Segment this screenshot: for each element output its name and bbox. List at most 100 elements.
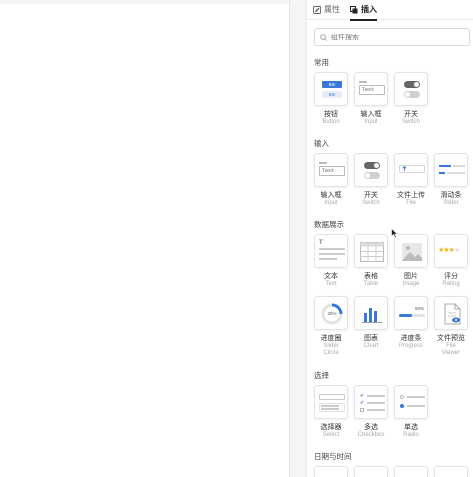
slider-preview-fill [439, 165, 451, 167]
component-label: 输入框 [320, 192, 342, 199]
checkbox-thumb: ✔ ✔ [354, 385, 388, 419]
component-label: 文件预览 [437, 335, 465, 342]
input-preview-caption [359, 81, 367, 83]
input-thumb: Text [314, 153, 348, 187]
component-label: 文件上传 [397, 192, 425, 199]
checkbox-preview-empty [360, 408, 364, 412]
component-label: 开关 [404, 111, 418, 118]
component-slider[interactable]: 滑动条 Slider [434, 153, 468, 207]
table-icon [360, 242, 384, 262]
component-datetime-3[interactable] [394, 466, 428, 477]
switch-thumb [394, 72, 428, 106]
component-radio[interactable]: 单选 Radio [394, 385, 428, 439]
component-file-viewer[interactable]: 文件预览 File Viewer [434, 296, 468, 357]
component-rating[interactable]: ★★★★ 评分 Rating [434, 234, 468, 288]
radio-preview-line2 [407, 405, 425, 407]
check-icon: ✔ [360, 400, 365, 406]
component-image[interactable]: 图片 Image [394, 234, 428, 288]
select-thumb [314, 385, 348, 419]
section-common-grid: Btn Btn 按钮 Button Text 输入框 Input 开关 Swit… [314, 72, 428, 126]
section-display-grid-2: 25% 进度圈 Slider Circle 图表 Chart 50% 进度条 P… [314, 296, 468, 357]
bar-chart-icon [362, 308, 382, 323]
checkbox-preview-line3 [367, 409, 385, 411]
section-input-grid: Text 输入框 Input 开关 Switch 文件上传 File 滑动条 S… [314, 153, 468, 207]
section-select-title: 选择 [314, 371, 329, 380]
section-datetime-grid [314, 466, 468, 477]
tab-insert[interactable]: 插入 [350, 0, 377, 21]
button-thumb: Btn Btn [314, 72, 348, 106]
section-input-title: 输入 [314, 139, 329, 148]
component-sublabel: File [406, 200, 416, 206]
component-switch[interactable]: 开关 Switch [394, 72, 428, 126]
component-search[interactable] [314, 28, 470, 46]
component-switch[interactable]: 开关 Switch [354, 153, 388, 207]
component-label: 选择器 [320, 424, 342, 431]
component-sublabel: Switch [402, 119, 420, 125]
datetime-thumb [314, 466, 348, 477]
component-label: 多选 [364, 424, 378, 431]
component-datetime-2[interactable] [354, 466, 388, 477]
component-sublabel: Switch [362, 200, 380, 206]
component-button[interactable]: Btn Btn 按钮 Button [314, 72, 348, 126]
search-input[interactable] [331, 33, 451, 41]
star-icon: ★★★★ [438, 247, 460, 254]
mouse-cursor-icon [391, 228, 398, 238]
component-input[interactable]: Text 输入框 Input [314, 153, 348, 207]
component-input[interactable]: Text 输入框 Input [354, 72, 388, 126]
component-sublabel: Progress [398, 343, 423, 349]
component-label: 表格 [364, 273, 378, 280]
component-select[interactable]: 选择器 Select [314, 385, 348, 439]
check-icon: ✔ [360, 393, 365, 399]
component-sublabel: Rating [442, 281, 460, 287]
component-file-upload[interactable]: 文件上传 File [394, 153, 428, 207]
component-progress[interactable]: 50% 进度条 Progress [394, 296, 428, 357]
canvas-area [0, 0, 289, 477]
component-sublabel: Button [322, 119, 340, 125]
tab-insert-label: 插入 [361, 5, 377, 14]
component-label: 进度条 [400, 335, 422, 342]
text-preview-glyph: T [319, 240, 323, 246]
radio-preview-line1 [407, 396, 425, 398]
component-sublabel: Select [322, 432, 340, 438]
component-checkbox[interactable]: ✔ ✔ 多选 Checkbox [354, 385, 388, 439]
component-label: 滑动条 [440, 192, 462, 199]
component-chart[interactable]: 图表 Chart [354, 296, 388, 357]
component-label: 图片 [404, 273, 418, 280]
component-sublabel: Input [364, 119, 378, 125]
chart-thumb [354, 296, 388, 330]
switch-preview-on [404, 81, 420, 88]
button-preview-primary: Btn [322, 81, 342, 88]
component-datetime-1[interactable] [314, 466, 348, 477]
text-preview-line1 [319, 248, 345, 250]
section-display-grid-1: T 文本 Text 表格 Table 图片 Image ★★★★ 评分 Rati… [314, 234, 468, 288]
input-thumb: Text [354, 72, 388, 106]
progress-thumb: 50% [394, 296, 428, 330]
file-upload-thumb [394, 153, 428, 187]
component-sublabel: Slider [443, 200, 459, 206]
component-datetime-4[interactable] [434, 466, 468, 477]
component-progress-circle[interactable]: 25% 进度圈 Slider Circle [314, 296, 348, 357]
checkbox-preview-line2 [367, 402, 385, 404]
insert-icon [350, 5, 358, 13]
tab-properties[interactable]: 属性 [313, 0, 340, 20]
slider-preview-track2 [447, 172, 465, 174]
file-viewer-icon [444, 303, 461, 325]
input-preview-field: Text [359, 85, 385, 95]
component-table[interactable]: 表格 Table [354, 234, 388, 288]
component-text[interactable]: T 文本 Text [314, 234, 348, 288]
component-label: 进度圈 [320, 335, 342, 342]
section-common-title: 常用 [314, 58, 329, 67]
input-preview-field: Text [319, 166, 345, 176]
slider-preview-fill2 [439, 172, 445, 174]
switch-preview-on [364, 162, 380, 169]
component-label: 输入框 [360, 111, 382, 118]
component-sublabel: Checkbox [357, 432, 385, 438]
component-sublabel: Table [363, 281, 379, 287]
section-select-grid: 选择器 Select ✔ ✔ 多选 Checkbox 单选 Radio [314, 385, 428, 439]
input-preview-text: Text [322, 168, 335, 174]
radio-preview-selected [400, 404, 404, 408]
slider-thumb [434, 153, 468, 187]
datetime-thumb [354, 466, 388, 477]
image-icon [402, 243, 422, 261]
canvas-page[interactable] [0, 4, 289, 477]
